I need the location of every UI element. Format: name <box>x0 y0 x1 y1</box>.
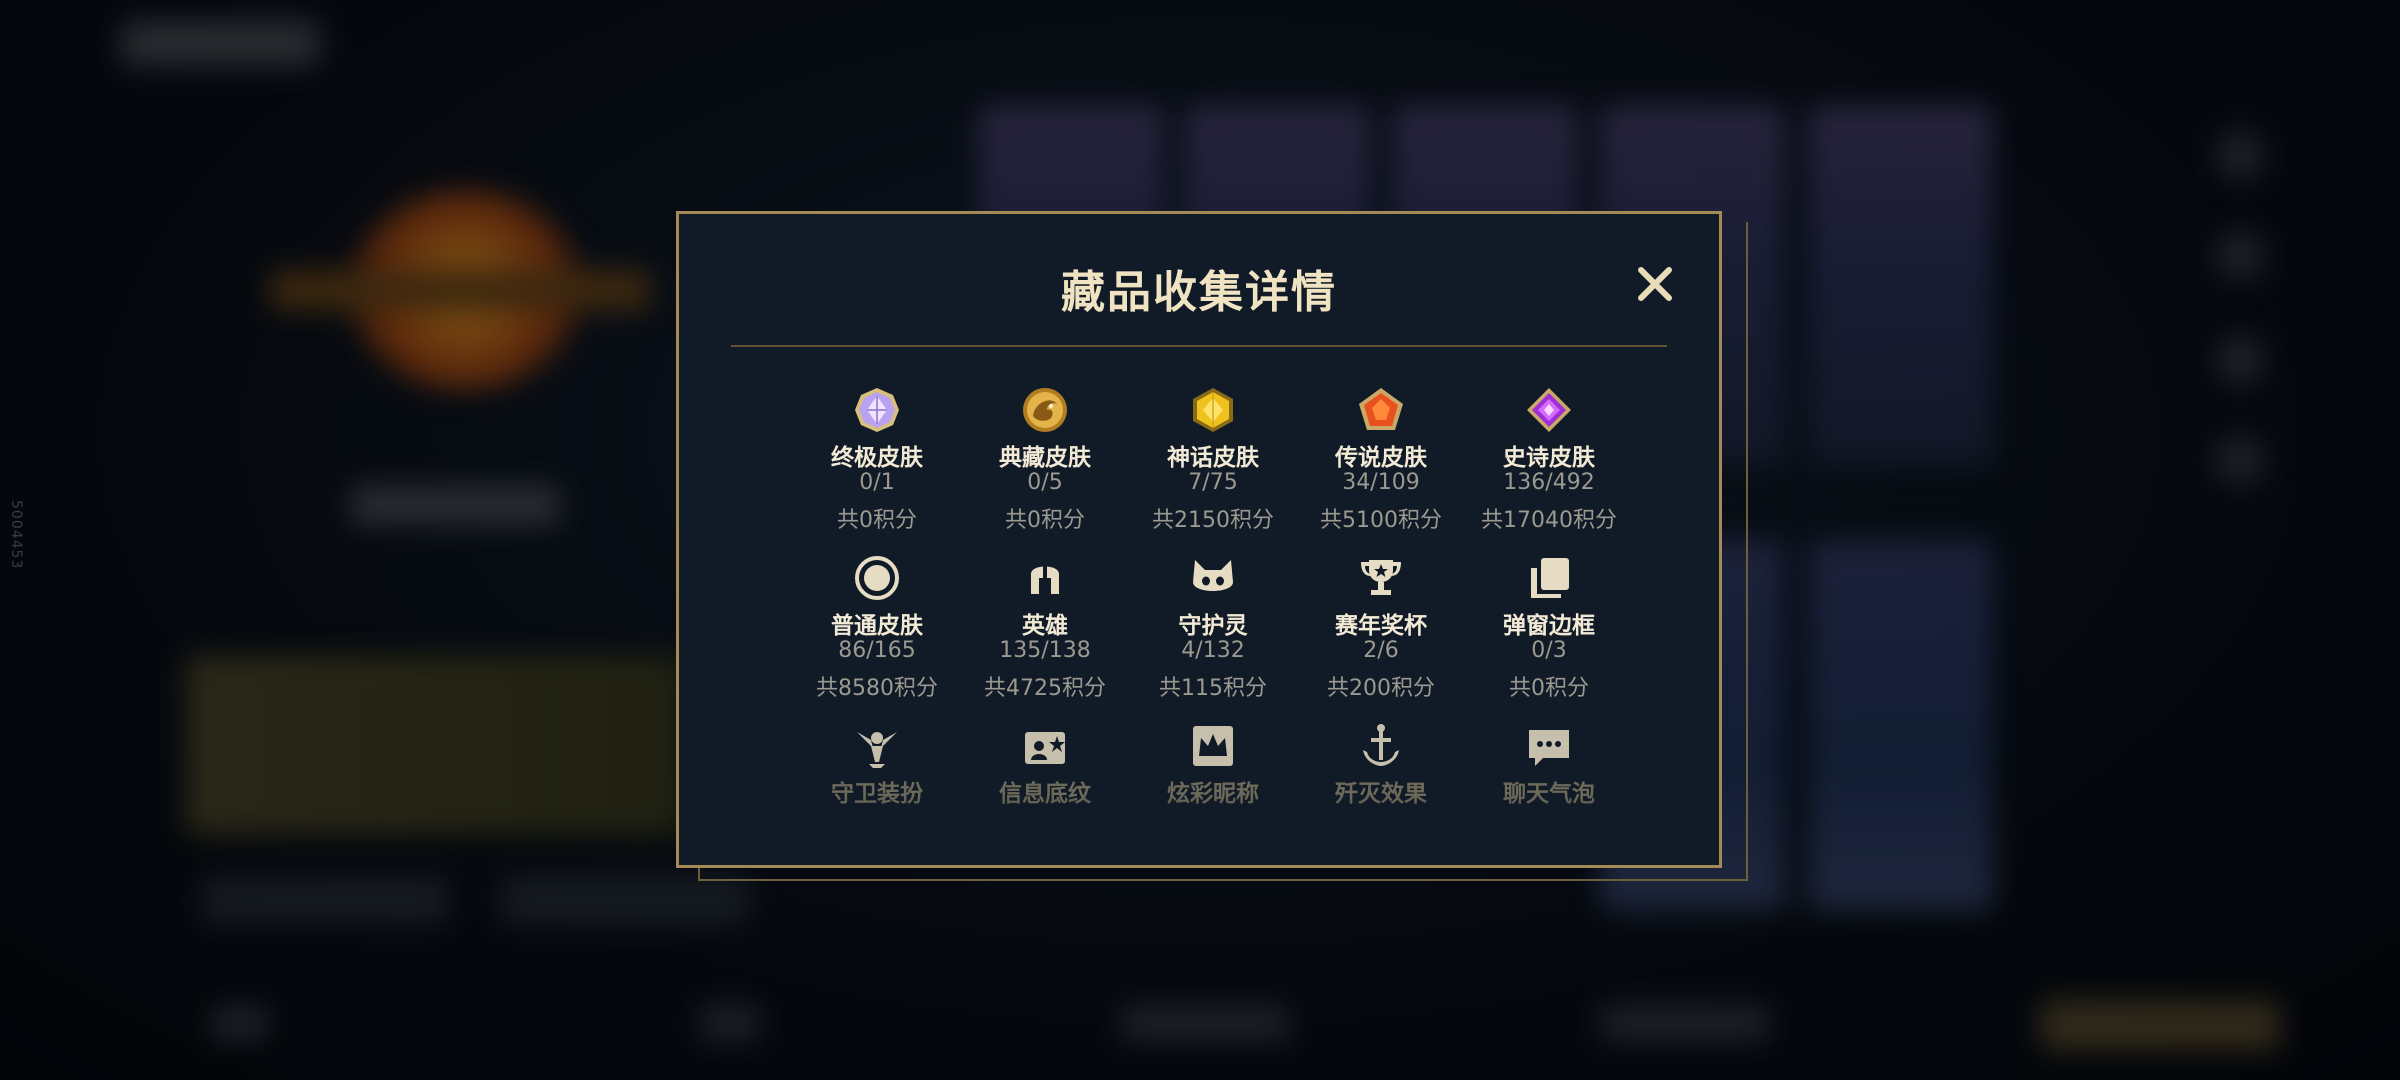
scroll-fade <box>719 794 1679 844</box>
close-icon <box>1638 267 1672 301</box>
popup-frame-icon <box>1531 558 1569 598</box>
collection-count: 0/1 <box>859 470 895 495</box>
collection-points: 共0积分 <box>1509 676 1589 701</box>
title-divider <box>731 345 1667 347</box>
champion-helmet-icon <box>1031 564 1059 594</box>
collection-name: 传说皮肤 <box>1335 445 1427 471</box>
season-trophy-icon <box>1361 560 1401 595</box>
collection-name: 赛年奖杯 <box>1335 613 1427 639</box>
collection-count: 136/492 <box>1503 470 1595 495</box>
legendary-skin-gem-icon <box>1359 388 1403 430</box>
close-button[interactable] <box>1629 258 1681 310</box>
collection-count: 7/75 <box>1188 470 1238 495</box>
collection-item-guardian[interactable]: 守护灵 4/132 共115积分 <box>1129 542 1297 702</box>
guardian-pet-icon <box>1193 560 1233 591</box>
collection-name: 普通皮肤 <box>831 613 923 639</box>
mythic-skin-gem-icon <box>1193 388 1233 432</box>
collection-item-legacy-skin[interactable]: 典藏皮肤 0/5 共0积分 <box>961 374 1129 534</box>
collection-row: 终极皮肤 0/1 共0积分 典藏皮肤 0/5 共0积分 神话皮肤 7/75 共2… <box>793 374 1633 534</box>
collection-item-ace-effect[interactable]: 歼灭效果 <box>1297 710 1465 870</box>
collection-item-mythic-skin[interactable]: 神话皮肤 7/75 共2150积分 <box>1129 374 1297 534</box>
collection-item-season-trophy[interactable]: 赛年奖杯 2/6 共200积分 <box>1297 542 1465 702</box>
collection-details-modal: 藏品收集详情 终极皮肤 0/1 共0积分 典藏皮肤 0/5 共0积分 神话皮肤 … <box>676 211 1722 868</box>
collection-count: 0/5 <box>1027 470 1063 495</box>
legacy-skin-dragon-icon <box>1023 388 1067 432</box>
modal-title: 藏品收集详情 <box>1061 267 1337 318</box>
ace-effect-anchor-icon <box>1363 724 1399 766</box>
collection-name: 神话皮肤 <box>1167 445 1259 471</box>
collection-name: 典藏皮肤 <box>999 445 1091 471</box>
screen: 5004453 藏品收集详情 终极皮肤 0/1 共0积分 典藏皮肤 0/5 共0… <box>0 0 2400 1080</box>
collection-name: 英雄 <box>1022 613 1068 639</box>
collection-row: 普通皮肤 86/165 共8580积分 英雄 135/138 共4725积分 守… <box>793 542 1633 702</box>
ultimate-skin-gem-icon <box>855 388 899 432</box>
collection-name: 史诗皮肤 <box>1503 445 1595 471</box>
collection-points: 共0积分 <box>837 508 917 533</box>
collection-item-ward-skin[interactable]: 守卫装扮 <box>793 710 961 870</box>
collection-points: 共17040积分 <box>1481 508 1617 533</box>
collection-points: 共2150积分 <box>1152 508 1274 533</box>
collection-points: 共0积分 <box>1005 508 1085 533</box>
normal-skin-circle-icon <box>855 556 899 600</box>
collection-name: 守护灵 <box>1178 613 1248 639</box>
collection-count: 86/165 <box>838 638 916 663</box>
collection-points: 共8580积分 <box>816 676 938 701</box>
collection-item-info-card[interactable]: 信息底纹 <box>961 710 1129 870</box>
collection-item-chat-bubble[interactable]: 聊天气泡 <box>1465 710 1633 870</box>
collection-count: 34/109 <box>1342 470 1420 495</box>
collection-item-normal-skin[interactable]: 普通皮肤 86/165 共8580积分 <box>793 542 961 702</box>
collection-points: 共5100积分 <box>1320 508 1442 533</box>
collection-item-colorful-nickname[interactable]: 炫彩昵称 <box>1129 710 1297 870</box>
epic-skin-gem-icon <box>1527 388 1571 432</box>
collection-item-legendary-skin[interactable]: 传说皮肤 34/109 共5100积分 <box>1297 374 1465 534</box>
collection-item-ultimate-skin[interactable]: 终极皮肤 0/1 共0积分 <box>793 374 961 534</box>
collection-count: 135/138 <box>999 638 1091 663</box>
collection-points: 共4725积分 <box>984 676 1106 701</box>
ward-skin-icon <box>857 732 897 768</box>
collection-name: 终极皮肤 <box>831 445 923 471</box>
collection-item-champion[interactable]: 英雄 135/138 共4725积分 <box>961 542 1129 702</box>
collection-row: 守卫装扮 信息底纹 炫彩昵称 <box>793 710 1633 870</box>
collection-count: 2/6 <box>1363 638 1399 663</box>
collection-item-epic-skin[interactable]: 史诗皮肤 136/492 共17040积分 <box>1465 374 1633 534</box>
chat-bubble-icon <box>1529 730 1569 766</box>
colorful-nickname-crown-icon <box>1193 726 1233 766</box>
collection-points: 共200积分 <box>1327 676 1435 701</box>
collection-count: 0/3 <box>1531 638 1567 663</box>
info-card-icon <box>1025 732 1065 764</box>
collection-item-popup-frame[interactable]: 弹窗边框 0/3 共0积分 <box>1465 542 1633 702</box>
collection-points: 共115积分 <box>1159 676 1267 701</box>
collection-name: 弹窗边框 <box>1503 613 1595 639</box>
collection-count: 4/132 <box>1181 638 1245 663</box>
